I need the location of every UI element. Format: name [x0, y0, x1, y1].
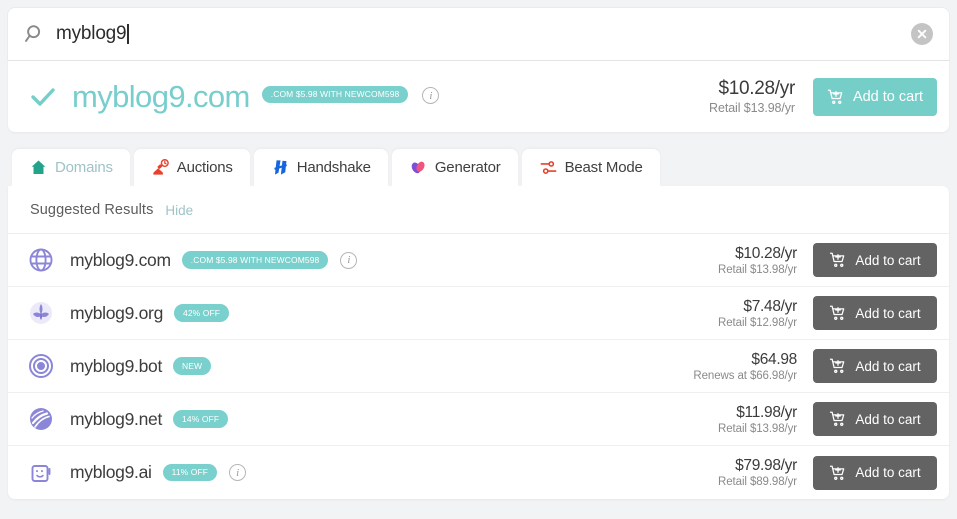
result-domain: myblog9.ai — [70, 462, 152, 482]
retail-price: Retail $89.98/yr — [718, 476, 797, 488]
gavel-icon — [153, 158, 169, 175]
price-block: $10.28/yr Retail $13.98/yr — [709, 78, 795, 115]
tab-label: Auctions — [176, 159, 233, 176]
shopping-cart-icon — [830, 252, 845, 267]
add-to-cart-button[interactable]: Add to cart — [813, 402, 937, 436]
price-block: $79.98/yr Retail $89.98/yr — [718, 457, 797, 488]
price: $11.98/yr — [736, 403, 797, 421]
info-icon[interactable]: i — [340, 251, 358, 269]
result-row[interactable]: myblog9.com .COM $5.98 WITH NEWCOM598 i … — [8, 234, 949, 287]
clear-search-button[interactable] — [911, 23, 933, 45]
result-domain: myblog9.bot — [70, 355, 163, 376]
promo-badge: .COM $5.98 WITH NEWCOM598 — [261, 85, 409, 104]
search-input[interactable]: myblog9 — [56, 23, 911, 45]
globe-icon — [26, 245, 56, 275]
shopping-cart-icon — [830, 465, 845, 480]
result-row[interactable]: myblog9.org 42% OFF $7.48/yr Retail $12.… — [8, 287, 949, 340]
price-block: $64.98 Renews at $66.98/yr — [693, 351, 797, 382]
search-bar[interactable]: myblog9 — [8, 8, 949, 60]
add-to-cart-label: Add to cart — [852, 88, 924, 105]
price-block: $7.48/yr Retail $12.98/yr — [718, 298, 797, 329]
tab-beast-mode[interactable]: Beast Mode — [521, 149, 660, 186]
price: $10.28/yr — [735, 244, 797, 262]
tab-label: Domains — [55, 159, 113, 176]
suggested-results-title: Suggested Results — [30, 202, 154, 218]
exact-match-domain: myblog9.com — [72, 78, 250, 114]
add-to-cart-button[interactable]: Add to cart — [813, 77, 937, 116]
tab-domains[interactable]: Domains — [12, 149, 130, 186]
renewal-price: Renews at $66.98/yr — [693, 369, 797, 382]
domain-search-page: myblog9 myblog9.com .COM $5.98 WITH NEWC… — [0, 0, 957, 519]
result-domain: myblog9.org — [70, 302, 164, 323]
price-block: $11.98/yr Retail $13.98/yr — [718, 404, 797, 435]
lotus-icon — [26, 298, 56, 328]
info-icon[interactable]: i — [422, 87, 440, 104]
tab-generator[interactable]: Generator — [391, 149, 518, 186]
price-block: $10.28/yr Retail $13.98/yr — [718, 245, 797, 276]
exact-match-result[interactable]: myblog9.com .COM $5.98 WITH NEWCOM598 i … — [8, 60, 949, 132]
sliders-icon — [540, 161, 556, 174]
add-to-cart-label: Add to cart — [855, 411, 921, 427]
text-cursor — [127, 24, 129, 44]
add-to-cart-button[interactable]: Add to cart — [813, 243, 937, 277]
target-icon — [26, 351, 56, 381]
result-domain: myblog9.net — [70, 408, 163, 429]
checkmark-icon — [28, 82, 58, 112]
add-to-cart-label: Add to cart — [855, 465, 921, 480]
shopping-cart-icon — [830, 358, 845, 373]
suggested-results-header: Suggested Results Hide — [8, 186, 949, 234]
pills-icon — [411, 161, 425, 174]
search-input-value: myblog9 — [56, 23, 127, 44]
retail-price: Retail $13.98/yr — [718, 263, 797, 276]
hide-results-link[interactable]: Hide — [165, 203, 193, 218]
handshake-logo-icon — [273, 160, 287, 175]
tab-handshake[interactable]: Handshake — [253, 149, 388, 186]
results-panel: Suggested Results Hide myblog9.com .COM … — [8, 186, 949, 499]
add-to-cart-button[interactable]: Add to cart — [813, 455, 937, 490]
promo-badge: .COM $5.98 WITH NEWCOM598 — [181, 251, 329, 269]
tab-auctions[interactable]: Auctions — [133, 149, 250, 186]
shopping-cart-icon — [827, 89, 843, 104]
result-row[interactable]: myblog9.net 14% OFF $11.98/yr Retail $13… — [8, 393, 949, 446]
add-to-cart-label: Add to cart — [855, 305, 921, 321]
tab-label: Handshake — [296, 159, 371, 176]
result-row[interactable]: myblog9.ai 11% OFF i $79.98/yr Retail $8… — [8, 446, 949, 499]
result-domain: myblog9.com — [70, 249, 171, 270]
tab-bar: Domains Auctions Handshake Generator Bea… — [8, 149, 949, 186]
shopping-cart-icon — [830, 411, 845, 426]
discount-badge: 11% OFF — [162, 463, 218, 482]
house-icon — [31, 160, 46, 174]
info-icon[interactable]: i — [229, 464, 247, 481]
price: $79.98/yr — [735, 457, 797, 474]
discount-badge: 42% OFF — [174, 304, 230, 322]
close-icon — [917, 29, 927, 39]
tab-label: Generator — [434, 159, 501, 176]
new-badge: NEW — [173, 357, 212, 375]
retail-price: Retail $13.98/yr — [718, 422, 797, 435]
sphere-icon — [26, 404, 56, 434]
tab-label: Beast Mode — [564, 159, 643, 176]
shopping-cart-icon — [830, 305, 845, 320]
discount-badge: 14% OFF — [173, 410, 229, 428]
search-icon — [24, 23, 46, 45]
retail-price: Retail $13.98/yr — [709, 101, 795, 115]
price: $10.28/yr — [718, 78, 795, 99]
robot-icon — [26, 458, 56, 488]
add-to-cart-button[interactable]: Add to cart — [813, 349, 937, 383]
price: $64.98 — [751, 350, 797, 368]
price: $7.48/yr — [743, 297, 797, 315]
retail-price: Retail $12.98/yr — [718, 316, 797, 329]
add-to-cart-button[interactable]: Add to cart — [813, 296, 937, 330]
add-to-cart-label: Add to cart — [855, 252, 921, 268]
add-to-cart-label: Add to cart — [855, 358, 921, 374]
result-row[interactable]: myblog9.bot NEW $64.98 Renews at $66.98/… — [8, 340, 949, 393]
